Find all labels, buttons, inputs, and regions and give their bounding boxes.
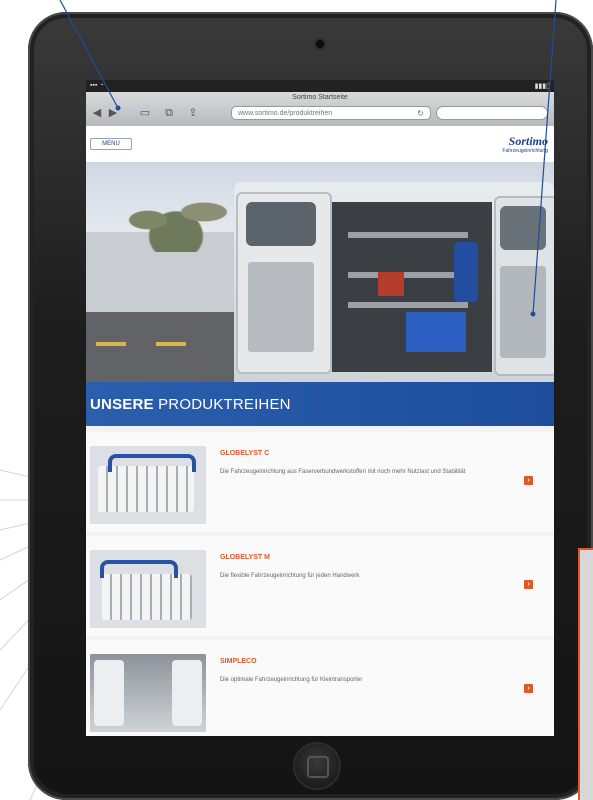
banner-heading-light: PRODUKTREIHEN <box>158 396 291 413</box>
van-shelf <box>348 232 468 238</box>
van-left-panel <box>248 262 314 352</box>
chevron-right-icon[interactable]: › <box>524 580 533 589</box>
reload-icon[interactable]: ↻ <box>417 107 424 119</box>
product-description: Die Fahrzeugeinrichtung aus Faserverbund… <box>220 469 466 475</box>
van-right-panel <box>500 266 546 358</box>
rear-door <box>172 660 202 726</box>
tablet-screen: ▪▪▪ ◔ ▮▮▮▯ Sortimo Startseite ◀ ▶ ▭ ⧉ ⇪ … <box>86 80 554 736</box>
product-item-simpleco[interactable]: SIMPLECO Die optimale Fahrzeugeinrichtun… <box>86 640 554 736</box>
bookmarks-icon[interactable]: ▭ <box>138 106 152 120</box>
banner-heading: UNSERE PRODUKTREIHEN <box>90 396 291 413</box>
product-description: Die flexible Fahrzeugeinrichtung für jed… <box>220 573 360 579</box>
product-image <box>90 654 206 732</box>
logo-subtitle: Fahrzeugeinrichtung <box>502 148 548 154</box>
rack-handle <box>100 560 178 578</box>
van-left-window <box>246 202 316 246</box>
rear-door <box>94 660 124 726</box>
tabs-icon[interactable]: ⧉ <box>162 106 176 120</box>
chevron-right-icon[interactable]: › <box>524 476 533 485</box>
hero-trees <box>106 172 246 252</box>
banner-heading-bold: UNSERE <box>90 396 159 413</box>
product-image <box>90 446 206 524</box>
van-blue-box <box>406 312 466 352</box>
hero-image <box>86 162 554 382</box>
browser-page-title: Sortimo Startseite <box>292 94 348 101</box>
rack-image <box>98 466 194 512</box>
address-field[interactable]: www.sortimo.de/produktreihen ↻ <box>231 106 431 120</box>
van-blue-bag <box>454 242 478 302</box>
signal-icon: ▪▪▪ ◔ <box>90 82 104 89</box>
product-item-globelyst-m[interactable]: GLOBELYST M Die flexible Fahrzeugeinrich… <box>86 536 554 636</box>
site-header: MENU Sortimo Fahrzeugeinrichtung <box>86 126 554 162</box>
rack-handle <box>108 454 196 472</box>
browser-toolbar: Sortimo Startseite ◀ ▶ ▭ ⧉ ⇪ www.sortimo… <box>86 92 554 127</box>
product-lines-banner: UNSERE PRODUKTREIHEN <box>86 382 554 426</box>
home-square-icon <box>307 756 329 778</box>
search-input[interactable] <box>436 106 548 120</box>
status-bar: ▪▪▪ ◔ ▮▮▮▯ <box>86 80 554 92</box>
product-image <box>90 550 206 628</box>
chevron-right-icon[interactable]: › <box>524 684 533 693</box>
side-panel <box>578 548 593 800</box>
van-shelf <box>348 302 468 308</box>
product-item-globelyst-c[interactable]: GLOBELYST C Die Fahrzeugeinrichtung aus … <box>86 432 554 532</box>
hero-road <box>86 312 236 382</box>
menu-button[interactable]: MENU <box>90 138 132 150</box>
product-description: Die optimale Fahrzeugeinrichtung für Kle… <box>220 677 363 683</box>
van-red-case <box>378 272 404 296</box>
back-arrow-icon[interactable]: ◀ <box>90 106 104 120</box>
van-right-window <box>500 206 546 250</box>
product-title[interactable]: GLOBELYST C <box>220 450 269 457</box>
road-marking <box>96 342 126 346</box>
van-interior-image <box>90 654 206 732</box>
address-text: www.sortimo.de/produktreihen <box>238 110 333 117</box>
van-shelf <box>348 272 468 278</box>
camera-icon <box>316 40 324 48</box>
forward-arrow-icon[interactable]: ▶ <box>106 106 120 120</box>
rack-image <box>102 574 192 620</box>
battery-icon: ▮▮▮▯ <box>534 83 550 90</box>
share-icon[interactable]: ⇪ <box>186 106 200 120</box>
product-title[interactable]: GLOBELYST M <box>220 554 270 561</box>
screenshot-stage: ▪▪▪ ◔ ▮▮▮▯ Sortimo Startseite ◀ ▶ ▭ ⧉ ⇪ … <box>0 0 593 800</box>
sortimo-logo[interactable]: Sortimo <box>509 134 548 149</box>
product-title[interactable]: SIMPLECO <box>220 658 257 665</box>
road-marking <box>156 342 186 346</box>
